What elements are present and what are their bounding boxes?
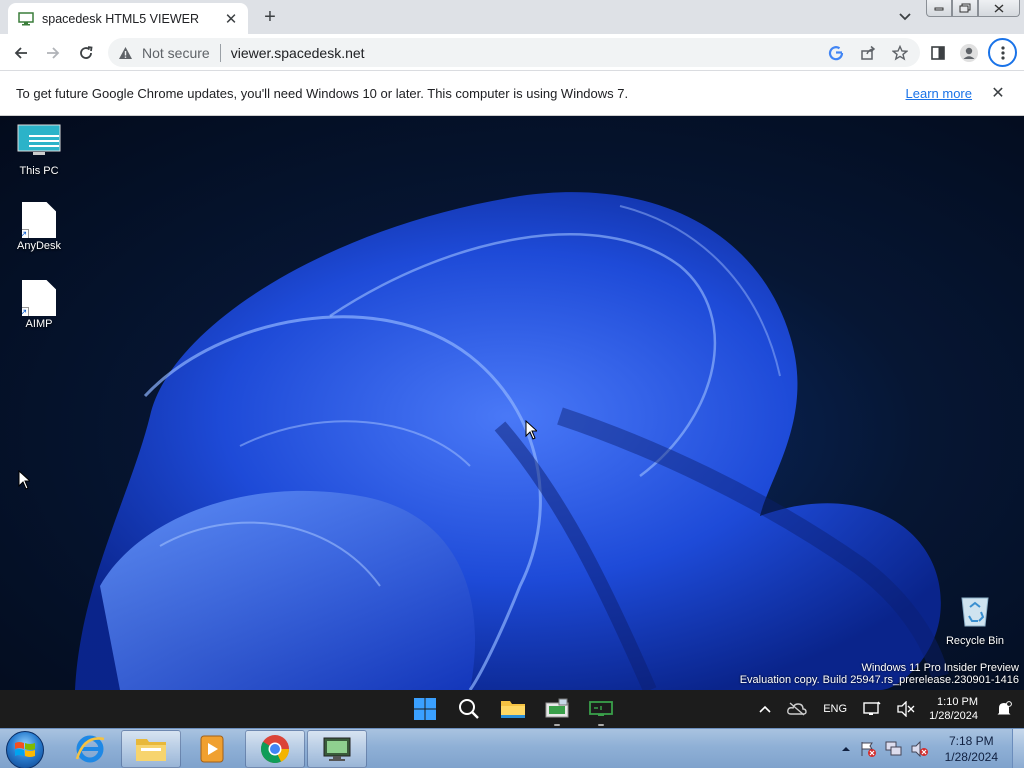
network-icon[interactable] — [863, 701, 881, 717]
host-date: 1/28/2024 — [944, 749, 998, 764]
profile-avatar-icon[interactable] — [956, 40, 982, 66]
media-player-icon[interactable] — [182, 730, 242, 768]
reload-icon[interactable] — [73, 40, 99, 66]
monitor-favicon-icon — [18, 11, 34, 27]
back-arrow-icon[interactable] — [8, 40, 34, 66]
remote-time: 1:10 PM — [937, 696, 978, 708]
browser-toolbar: Not secure viewer.spacedesk.net — [0, 34, 1024, 71]
action-center-flag-icon[interactable] — [859, 740, 877, 758]
file-explorer-icon[interactable] — [498, 694, 528, 724]
recycle-bin-icon — [957, 592, 993, 633]
desktop-icon-label: AIMP — [25, 318, 53, 330]
side-panel-icon[interactable] — [925, 40, 951, 66]
file-shortcut-icon: ↗ — [22, 280, 56, 316]
language-indicator[interactable]: ENG — [823, 703, 847, 715]
windows-orb-icon[interactable] — [6, 731, 44, 768]
host-time: 7:18 PM — [948, 733, 994, 748]
desktop-icon-label: This PC — [19, 165, 59, 177]
omnibox-actions — [824, 41, 912, 65]
desktop-icon-anydesk[interactable]: ↗ AnyDesk — [9, 202, 69, 252]
share-icon[interactable] — [856, 41, 880, 65]
tab-title: spacedesk HTML5 VIEWER — [42, 11, 199, 26]
mouse-cursor-icon — [525, 420, 537, 440]
learn-more-link[interactable]: Learn more — [906, 86, 972, 101]
host-clock[interactable]: 7:18 PM 1/28/2024 — [945, 733, 998, 765]
window-controls — [926, 0, 1020, 18]
watermark-line-1: Windows 11 Pro Insider Preview — [861, 662, 1019, 674]
chrome-icon[interactable] — [245, 730, 305, 768]
remote-clock[interactable]: 1:10 PM 1/28/2024 — [929, 695, 978, 723]
close-button[interactable] — [978, 0, 1020, 17]
warning-triangle-icon[interactable] — [118, 45, 134, 61]
chevron-up-icon[interactable] — [759, 705, 771, 713]
cloud-off-icon[interactable] — [787, 702, 807, 716]
remote-taskbar: ENG 1:10 PM 1/28/2024 — [0, 690, 1024, 728]
remote-taskbar-pinned — [410, 694, 616, 726]
monitor-icon — [17, 124, 61, 163]
internet-explorer-icon[interactable] — [60, 730, 120, 768]
host-system-tray: 7:18 PM 1/28/2024 — [837, 729, 1024, 768]
network-icon[interactable] — [885, 740, 903, 758]
notification-bell-icon[interactable] — [996, 701, 1012, 717]
address-bar[interactable]: Not secure viewer.spacedesk.net — [108, 38, 920, 67]
volume-muted-icon[interactable] — [911, 740, 929, 758]
desktop-icon-recycle-bin[interactable]: Recycle Bin — [945, 592, 1005, 647]
wallpaper-bloom — [75, 192, 949, 690]
kebab-menu-icon[interactable] — [988, 38, 1017, 67]
remote-desktop[interactable]: This PC ↗ AnyDesk ↗ AIMP Recycle Bin Win… — [0, 116, 1024, 690]
tab-close-icon[interactable]: ✕ — [222, 10, 240, 28]
forward-arrow-icon[interactable] — [40, 40, 66, 66]
update-infobar: To get future Google Chrome updates, you… — [0, 71, 1024, 116]
spacedesk-icon[interactable] — [586, 694, 616, 726]
google-lens-icon[interactable] — [824, 41, 848, 65]
desktop-icon-label: Recycle Bin — [945, 635, 1005, 647]
tab-strip: spacedesk HTML5 VIEWER ✕ + — [0, 0, 1024, 34]
url-text[interactable]: viewer.spacedesk.net — [231, 45, 365, 61]
watermark-line-2: Evaluation copy. Build 25947.rs_prerelea… — [739, 674, 1019, 686]
remote-date: 1/28/2024 — [929, 710, 978, 722]
windows-explorer-icon[interactable] — [121, 730, 181, 768]
new-tab-button[interactable]: + — [258, 5, 282, 29]
remote-system-tray: ENG 1:10 PM 1/28/2024 — [751, 690, 1024, 728]
app-icon[interactable] — [542, 694, 572, 726]
omnibox-divider — [219, 43, 221, 62]
security-label[interactable]: Not secure — [142, 45, 210, 61]
host-taskbar: 7:18 PM 1/28/2024 — [0, 728, 1024, 768]
file-shortcut-icon: ↗ — [22, 202, 56, 238]
desktop-icon-aimp[interactable]: ↗ AIMP — [9, 280, 69, 330]
desktop-icon-this-pc[interactable]: This PC — [9, 124, 69, 177]
chevron-up-icon[interactable] — [841, 745, 851, 752]
tab-spacedesk[interactable]: spacedesk HTML5 VIEWER ✕ — [8, 3, 248, 34]
show-desktop-button[interactable] — [1012, 729, 1024, 768]
desktop-icon-label: AnyDesk — [16, 240, 62, 252]
search-icon[interactable] — [454, 694, 484, 724]
windows-watermark: Windows 11 Pro Insider Preview Evaluatio… — [740, 662, 1019, 686]
infobar-message: To get future Google Chrome updates, you… — [16, 85, 629, 101]
volume-muted-icon[interactable] — [897, 701, 915, 717]
windows-start-icon[interactable] — [410, 694, 440, 724]
remote-app-icon[interactable] — [307, 730, 367, 768]
close-icon[interactable]: ✕ — [990, 85, 1006, 102]
maximize-button[interactable] — [952, 0, 978, 17]
minimize-button[interactable] — [926, 0, 952, 17]
chevron-down-icon[interactable] — [893, 7, 917, 27]
mouse-cursor-icon — [18, 470, 30, 490]
bookmark-star-icon[interactable] — [888, 41, 912, 65]
